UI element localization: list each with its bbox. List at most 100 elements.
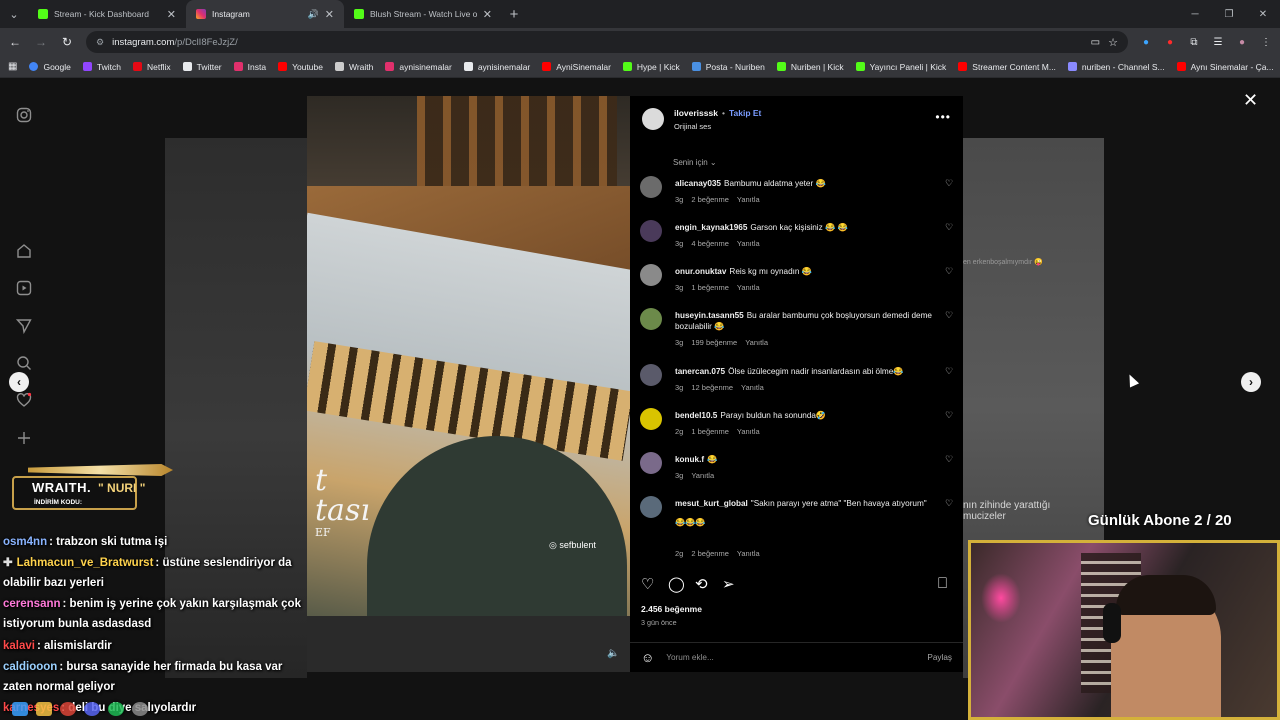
install-app-icon[interactable]: ▭ xyxy=(1091,37,1100,48)
comment-input[interactable]: Yorum ekle... xyxy=(666,653,915,662)
bookmark-item[interactable]: nuriben - Channel S... xyxy=(1067,62,1165,72)
tab-close-icon[interactable]: ✕ xyxy=(325,8,334,21)
next-post-button[interactable]: › xyxy=(1241,372,1261,392)
avatar[interactable] xyxy=(640,364,662,386)
reply-button[interactable]: Yanıtla xyxy=(745,338,768,347)
reply-button[interactable]: Yanıtla xyxy=(737,427,760,436)
create-plus-icon[interactable] xyxy=(16,430,32,446)
tab-search-chevron-icon[interactable]: ⌄ xyxy=(0,0,28,28)
instagram-logo-icon[interactable] xyxy=(16,107,32,123)
like-comment-heart-icon[interactable]: ♡ xyxy=(945,266,953,277)
back-arrow-icon[interactable]: ← xyxy=(8,35,22,49)
comment-username[interactable]: tanercan.075 xyxy=(675,367,725,376)
chrome-icon[interactable] xyxy=(60,702,76,716)
reply-button[interactable]: Yanıtla xyxy=(737,195,760,204)
bookmark-item[interactable]: Youtube xyxy=(278,62,323,72)
like-heart-icon[interactable]: ♡ xyxy=(641,575,654,593)
avatar[interactable] xyxy=(640,308,662,330)
site-info-icon[interactable]: ⚙ xyxy=(96,37,104,48)
close-window-icon[interactable]: ✕ xyxy=(1246,0,1280,28)
bookmark-item[interactable]: Netflix xyxy=(132,62,171,72)
extension-icon[interactable]: ● xyxy=(1140,36,1152,48)
discord-icon[interactable] xyxy=(84,702,100,716)
avatar[interactable] xyxy=(640,452,662,474)
tab-close-icon[interactable]: ✕ xyxy=(167,8,176,21)
more-options-icon[interactable]: ••• xyxy=(935,110,951,124)
profile-avatar-icon[interactable]: ● xyxy=(1236,36,1248,48)
tab-instagram[interactable]: Instagram 🔊 ✕ xyxy=(186,0,344,28)
avatar[interactable] xyxy=(642,108,664,130)
like-comment-heart-icon[interactable]: ♡ xyxy=(945,366,953,377)
file-explorer-icon[interactable] xyxy=(36,702,52,716)
volume-icon[interactable]: 🔈 xyxy=(607,648,619,659)
like-comment-heart-icon[interactable]: ♡ xyxy=(945,410,953,421)
bookmark-item[interactable]: Nuriben | Kick xyxy=(776,62,844,72)
save-bookmark-icon[interactable]: ⎕ xyxy=(938,575,947,592)
tab-kick-dashboard[interactable]: Stream - Kick Dashboard ✕ xyxy=(28,0,186,28)
original-audio-link[interactable]: Orijinal ses xyxy=(674,122,761,131)
likes-count[interactable]: 2.456 beğenme xyxy=(641,604,702,614)
home-icon[interactable] xyxy=(16,243,32,259)
messages-icon[interactable] xyxy=(15,318,32,335)
comment-likes[interactable]: 1 beğenme xyxy=(691,283,729,292)
reply-button[interactable]: Yanıtla xyxy=(737,239,760,248)
extension-icon[interactable]: ● xyxy=(1164,36,1176,48)
bookmark-item[interactable]: Twitch xyxy=(82,62,121,72)
comment-bubble-icon[interactable]: ◯ xyxy=(668,575,685,593)
spotify-icon[interactable] xyxy=(108,702,124,716)
apps-grid-icon[interactable]: ▦ xyxy=(8,61,17,72)
media-controls-icon[interactable]: ☰ xyxy=(1212,36,1224,48)
avatar[interactable] xyxy=(640,264,662,286)
avatar[interactable] xyxy=(640,408,662,430)
comment-username[interactable]: konuk.f xyxy=(675,455,704,464)
avatar[interactable] xyxy=(640,496,662,518)
bookmark-item[interactable]: Wraith xyxy=(334,62,373,72)
comment-likes[interactable]: 199 beğenme xyxy=(691,338,737,347)
comment-likes[interactable]: 12 beğenme xyxy=(691,383,733,392)
post-username[interactable]: iloverisssk xyxy=(674,108,718,118)
puzzle-extensions-icon[interactable]: ⧉ xyxy=(1188,36,1200,48)
browser-menu-icon[interactable]: ⋮ xyxy=(1260,36,1272,48)
address-bar[interactable]: ⚙ instagram.com /p/DclI8FeJzjZ/ ▭ ☆ xyxy=(86,31,1128,53)
app-icon[interactable] xyxy=(132,702,148,716)
like-comment-heart-icon[interactable]: ♡ xyxy=(945,454,953,465)
reply-button[interactable]: Yanıtla xyxy=(691,471,714,480)
comment-username[interactable]: engin_kaynak1965 xyxy=(675,223,747,232)
repost-icon[interactable]: ⟲ xyxy=(695,575,708,593)
tab-blush-stream[interactable]: Blush Stream - Watch Live on K ✕ xyxy=(344,0,502,28)
reply-button[interactable]: Yanıtla xyxy=(737,283,760,292)
bookmark-item[interactable]: aynisinemalar xyxy=(463,62,530,72)
comment-sort-dropdown[interactable]: Senin için ⌄ xyxy=(673,158,717,167)
reply-button[interactable]: Yanıtla xyxy=(741,383,764,392)
emoji-icon[interactable]: ☺ xyxy=(641,650,654,665)
bookmark-item[interactable]: Twitter xyxy=(182,62,222,72)
search-icon[interactable] xyxy=(16,355,32,371)
bookmark-item[interactable]: AyniSinemalar xyxy=(542,62,611,72)
forward-arrow-icon[interactable]: → xyxy=(34,35,48,49)
bookmark-item[interactable]: Insta xyxy=(233,62,266,72)
reel-video[interactable]: t tası EF ◎ sefbulent 🔈 xyxy=(307,96,630,672)
speaker-icon[interactable]: 🔊 xyxy=(308,9,319,20)
like-comment-heart-icon[interactable]: ♡ xyxy=(945,222,953,233)
minimize-icon[interactable]: ─ xyxy=(1178,0,1212,28)
bookmark-item[interactable]: Hype | Kick xyxy=(622,62,680,72)
new-tab-button[interactable]: + xyxy=(502,0,526,28)
avatar[interactable] xyxy=(640,176,662,198)
avatar[interactable] xyxy=(640,220,662,242)
reply-button[interactable]: Yanıtla xyxy=(737,549,760,558)
comment-likes[interactable]: 2 beğenme xyxy=(691,195,729,204)
comment-username[interactable]: onur.onuktav xyxy=(675,267,726,276)
like-comment-heart-icon[interactable]: ♡ xyxy=(945,310,953,321)
comment-likes[interactable]: 2 beğenme xyxy=(691,549,729,558)
bookmark-item[interactable]: aynisinemalar xyxy=(385,62,452,72)
like-comment-heart-icon[interactable]: ♡ xyxy=(945,498,953,509)
post-comment-button[interactable]: Paylaş xyxy=(927,653,952,662)
comment-username[interactable]: alicanay035 xyxy=(675,179,721,188)
comment-likes[interactable]: 4 beğenme xyxy=(691,239,729,248)
reload-icon[interactable]: ↻ xyxy=(60,35,74,49)
comment-username[interactable]: mesut_kurt_global xyxy=(675,499,748,508)
notifications-heart-icon[interactable] xyxy=(16,392,32,408)
bookmark-item[interactable]: Google xyxy=(29,62,71,72)
bookmark-item[interactable]: Streamer Content M... xyxy=(958,62,1056,72)
comment-username[interactable]: bendel10.5 xyxy=(675,411,717,420)
